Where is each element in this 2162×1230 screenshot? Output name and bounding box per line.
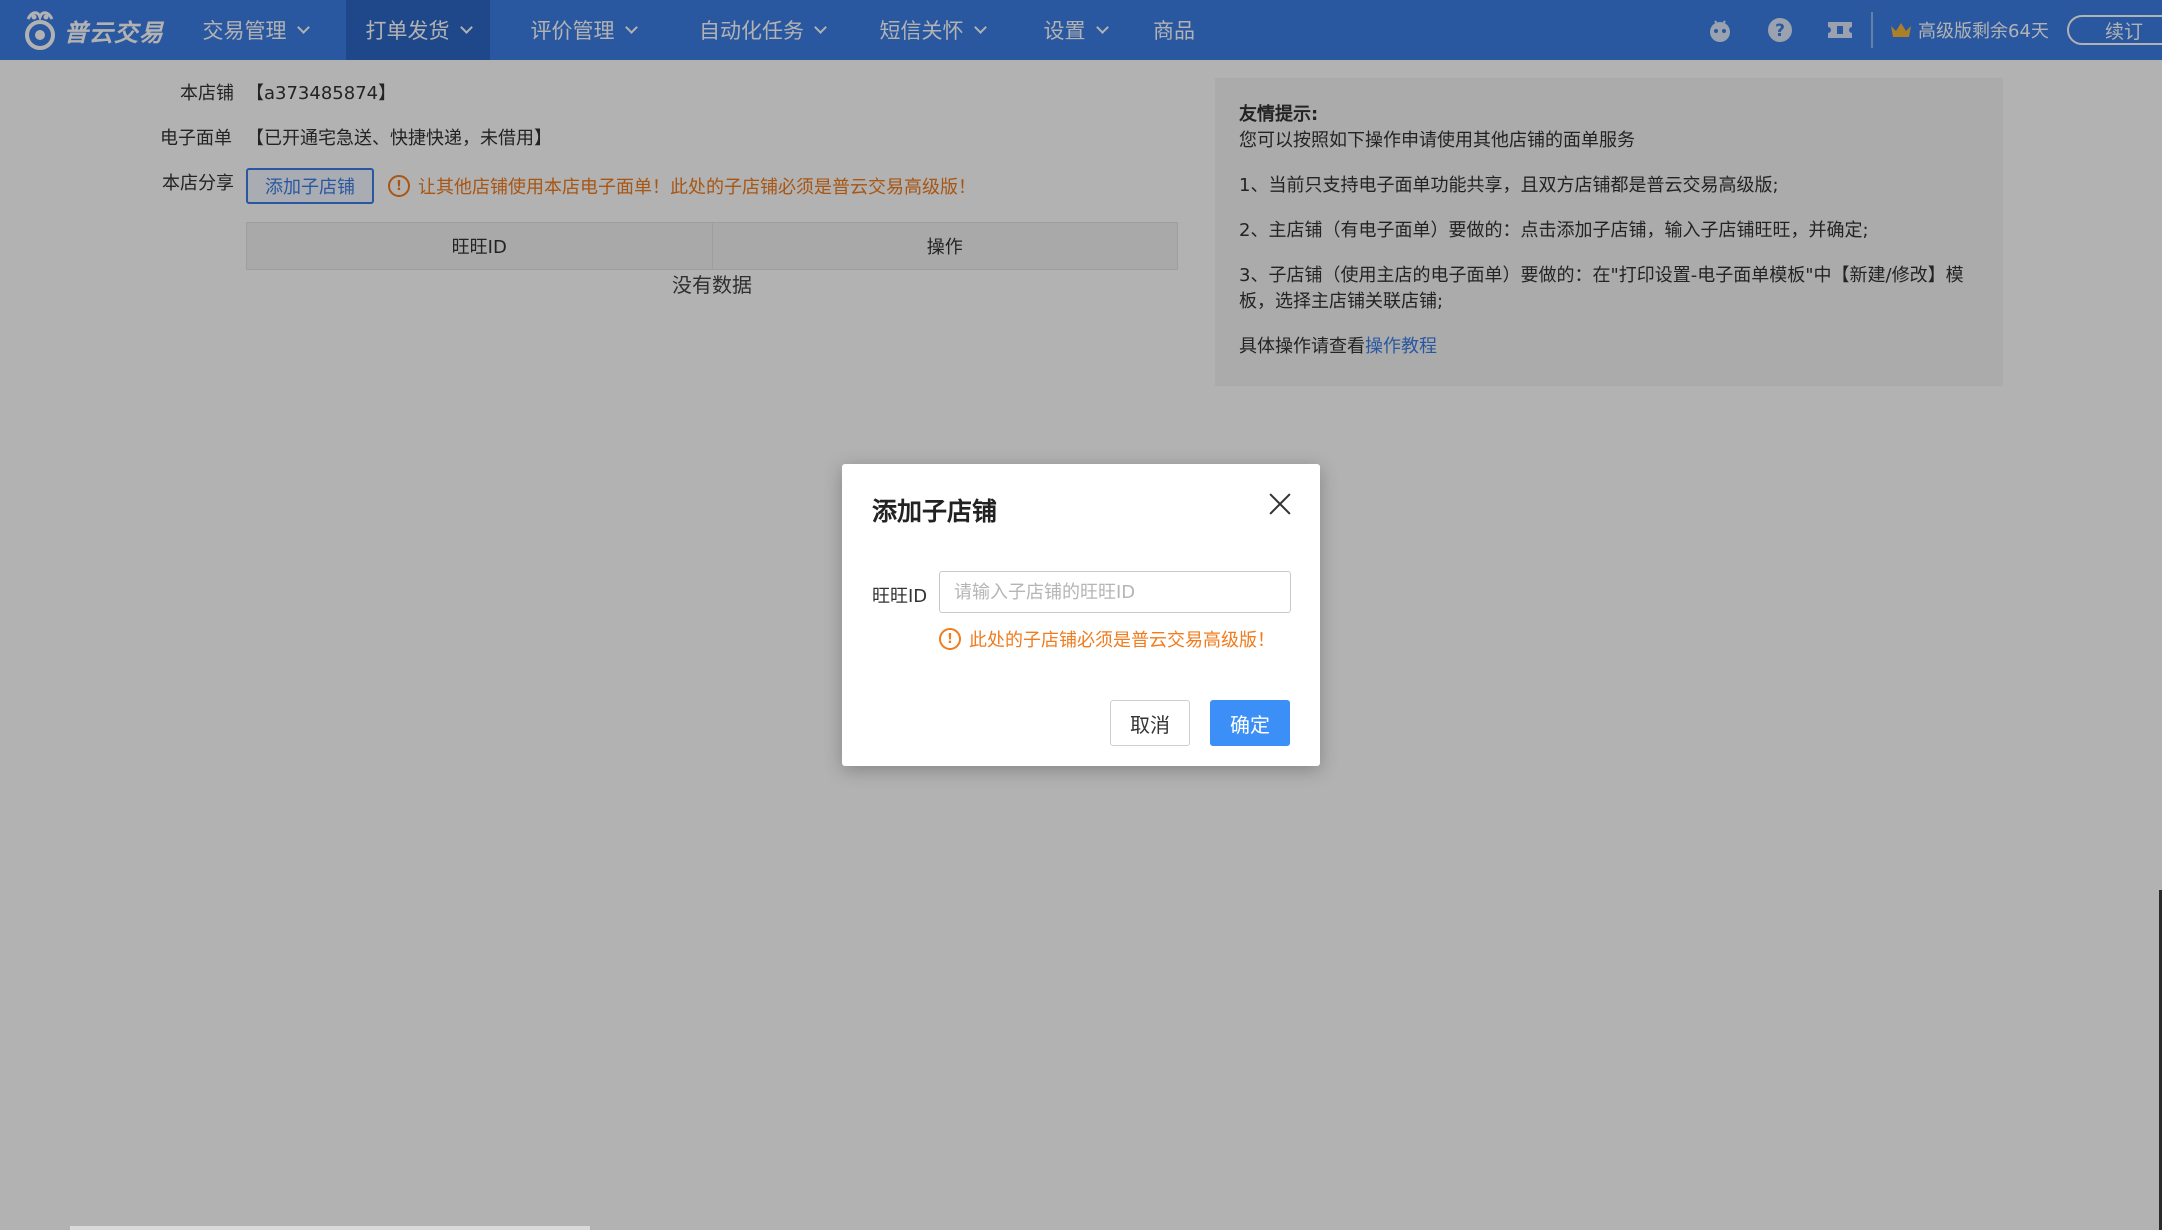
warning-icon: ! <box>939 628 961 650</box>
close-icon[interactable] <box>1268 492 1292 516</box>
bottom-strip <box>70 1226 590 1230</box>
dialog-title: 添加子店铺 <box>872 497 998 526</box>
confirm-button[interactable]: 确定 <box>1210 700 1290 746</box>
page-root: 普云交易 交易管理 打单发货 评价管理 自动化任务 短信关怀 设置 商品 ? 高… <box>0 0 2162 1230</box>
cancel-button[interactable]: 取消 <box>1110 700 1190 746</box>
dialog-warning: ! 此处的子店铺必须是普云交易高级版！ <box>939 626 1275 652</box>
wangwang-id-label: 旺旺ID <box>872 586 928 607</box>
add-substore-dialog: 添加子店铺 旺旺ID ! 此处的子店铺必须是普云交易高级版！ 取消 确定 <box>842 464 1320 766</box>
wangwang-id-input[interactable] <box>939 571 1291 613</box>
dialog-warning-text: 此处的子店铺必须是普云交易高级版！ <box>969 630 1275 651</box>
